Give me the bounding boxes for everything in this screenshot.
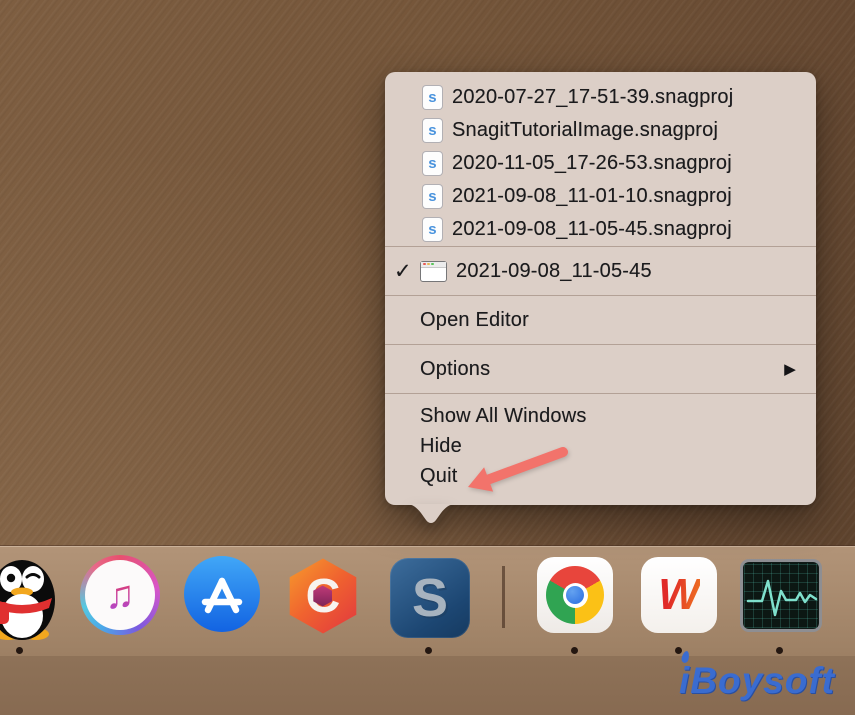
music-note-icon: ♫ [105,573,135,618]
running-indicator-chrome [571,647,578,654]
itunes-circle: ♫ [85,560,155,630]
ekg-screen-icon [744,563,818,628]
doc-icon-letter: s [428,122,437,139]
doc-icon-letter: s [428,155,437,172]
running-indicator-activity-monitor [776,647,783,654]
traffic-light-yellow-icon [427,263,430,266]
traffic-light-green-icon [431,263,434,266]
traffic-light-red-icon [423,263,426,266]
doc-icon-letter: s [428,188,437,205]
menu-item-current-window[interactable]: ✓ 2021-09-08_11-05-45 [385,247,816,295]
menu-item-recent-file[interactable]: s 2020-11-05_17-26-53.snagproj [385,147,816,180]
options-label: Options [420,358,490,381]
menu-item-options[interactable]: Options ▶ [385,345,816,393]
doc-icon-letter: s [428,221,437,238]
recent-files-section: s 2020-07-27_17-51-39.snagproj s SnagitT… [385,72,816,246]
chrome-logo-icon [546,566,604,624]
dock-icon-itunes[interactable]: ♫ [80,555,160,635]
dock-separator [502,566,505,628]
recent-file-label: SnagitTutorialImage.snagproj [452,119,718,142]
open-editor-label: Open Editor [420,309,529,332]
dock-icon-app-store[interactable] [184,556,260,632]
dock-icon-wps-office[interactable]: W [641,557,717,633]
running-indicator-snagit [425,647,432,654]
chrome-blue-center [566,586,584,604]
window-label: 2021-09-08_11-05-45 [456,260,652,283]
recent-file-label: 2020-11-05_17-26-53.snagproj [452,152,732,175]
annotation-arrow-icon [425,423,575,508]
dock-icon-qq[interactable] [0,556,60,640]
snagproj-doc-icon: s [423,218,442,241]
menu-item-recent-file[interactable]: s 2021-09-08_11-05-45.snagproj [385,213,816,246]
running-indicator-qq [16,647,23,654]
menu-item-recent-file[interactable]: s SnagitTutorialImage.snagproj [385,114,816,147]
submenu-arrow-icon: ▶ [784,360,796,378]
menu-item-recent-file[interactable]: s 2021-09-08_11-01-10.snagproj [385,180,816,213]
menu-item-open-editor[interactable]: Open Editor [385,296,816,344]
app-store-a-icon [184,556,260,632]
recent-file-label: 2021-09-08_11-01-10.snagproj [452,185,732,208]
dock-icon-snagit[interactable]: S [390,558,470,638]
checkmark-icon: ✓ [394,259,418,284]
recent-file-label: 2021-09-08_11-05-45.snagproj [452,218,732,241]
snagproj-doc-icon: s [423,152,442,175]
snagproj-doc-icon: s [423,185,442,208]
doc-icon-letter: s [428,89,437,106]
snagproj-doc-icon: s [423,86,442,109]
watermark-text: iBoysoft [679,660,835,701]
window-thumbnail-icon [420,261,447,282]
window-titlebar [421,262,446,268]
running-indicator-wps [675,647,682,654]
dock-icon-chrome[interactable] [537,557,613,633]
dock-icon-activity-monitor[interactable] [740,559,822,632]
menu-item-recent-file[interactable]: s 2020-07-27_17-51-39.snagproj [385,81,816,114]
chrome-hub [563,583,588,608]
desktop: s 2020-07-27_17-51-39.snagproj s SnagitT… [0,0,855,715]
snagproj-doc-icon: s [423,119,442,142]
snagit-s-letter: S [412,567,448,629]
recent-file-label: 2020-07-27_17-51-39.snagproj [452,86,733,109]
qq-penguin-icon [0,556,60,640]
wps-w-letter: W [658,570,700,620]
ibysoft-watermark: iBoysoft [679,660,835,702]
